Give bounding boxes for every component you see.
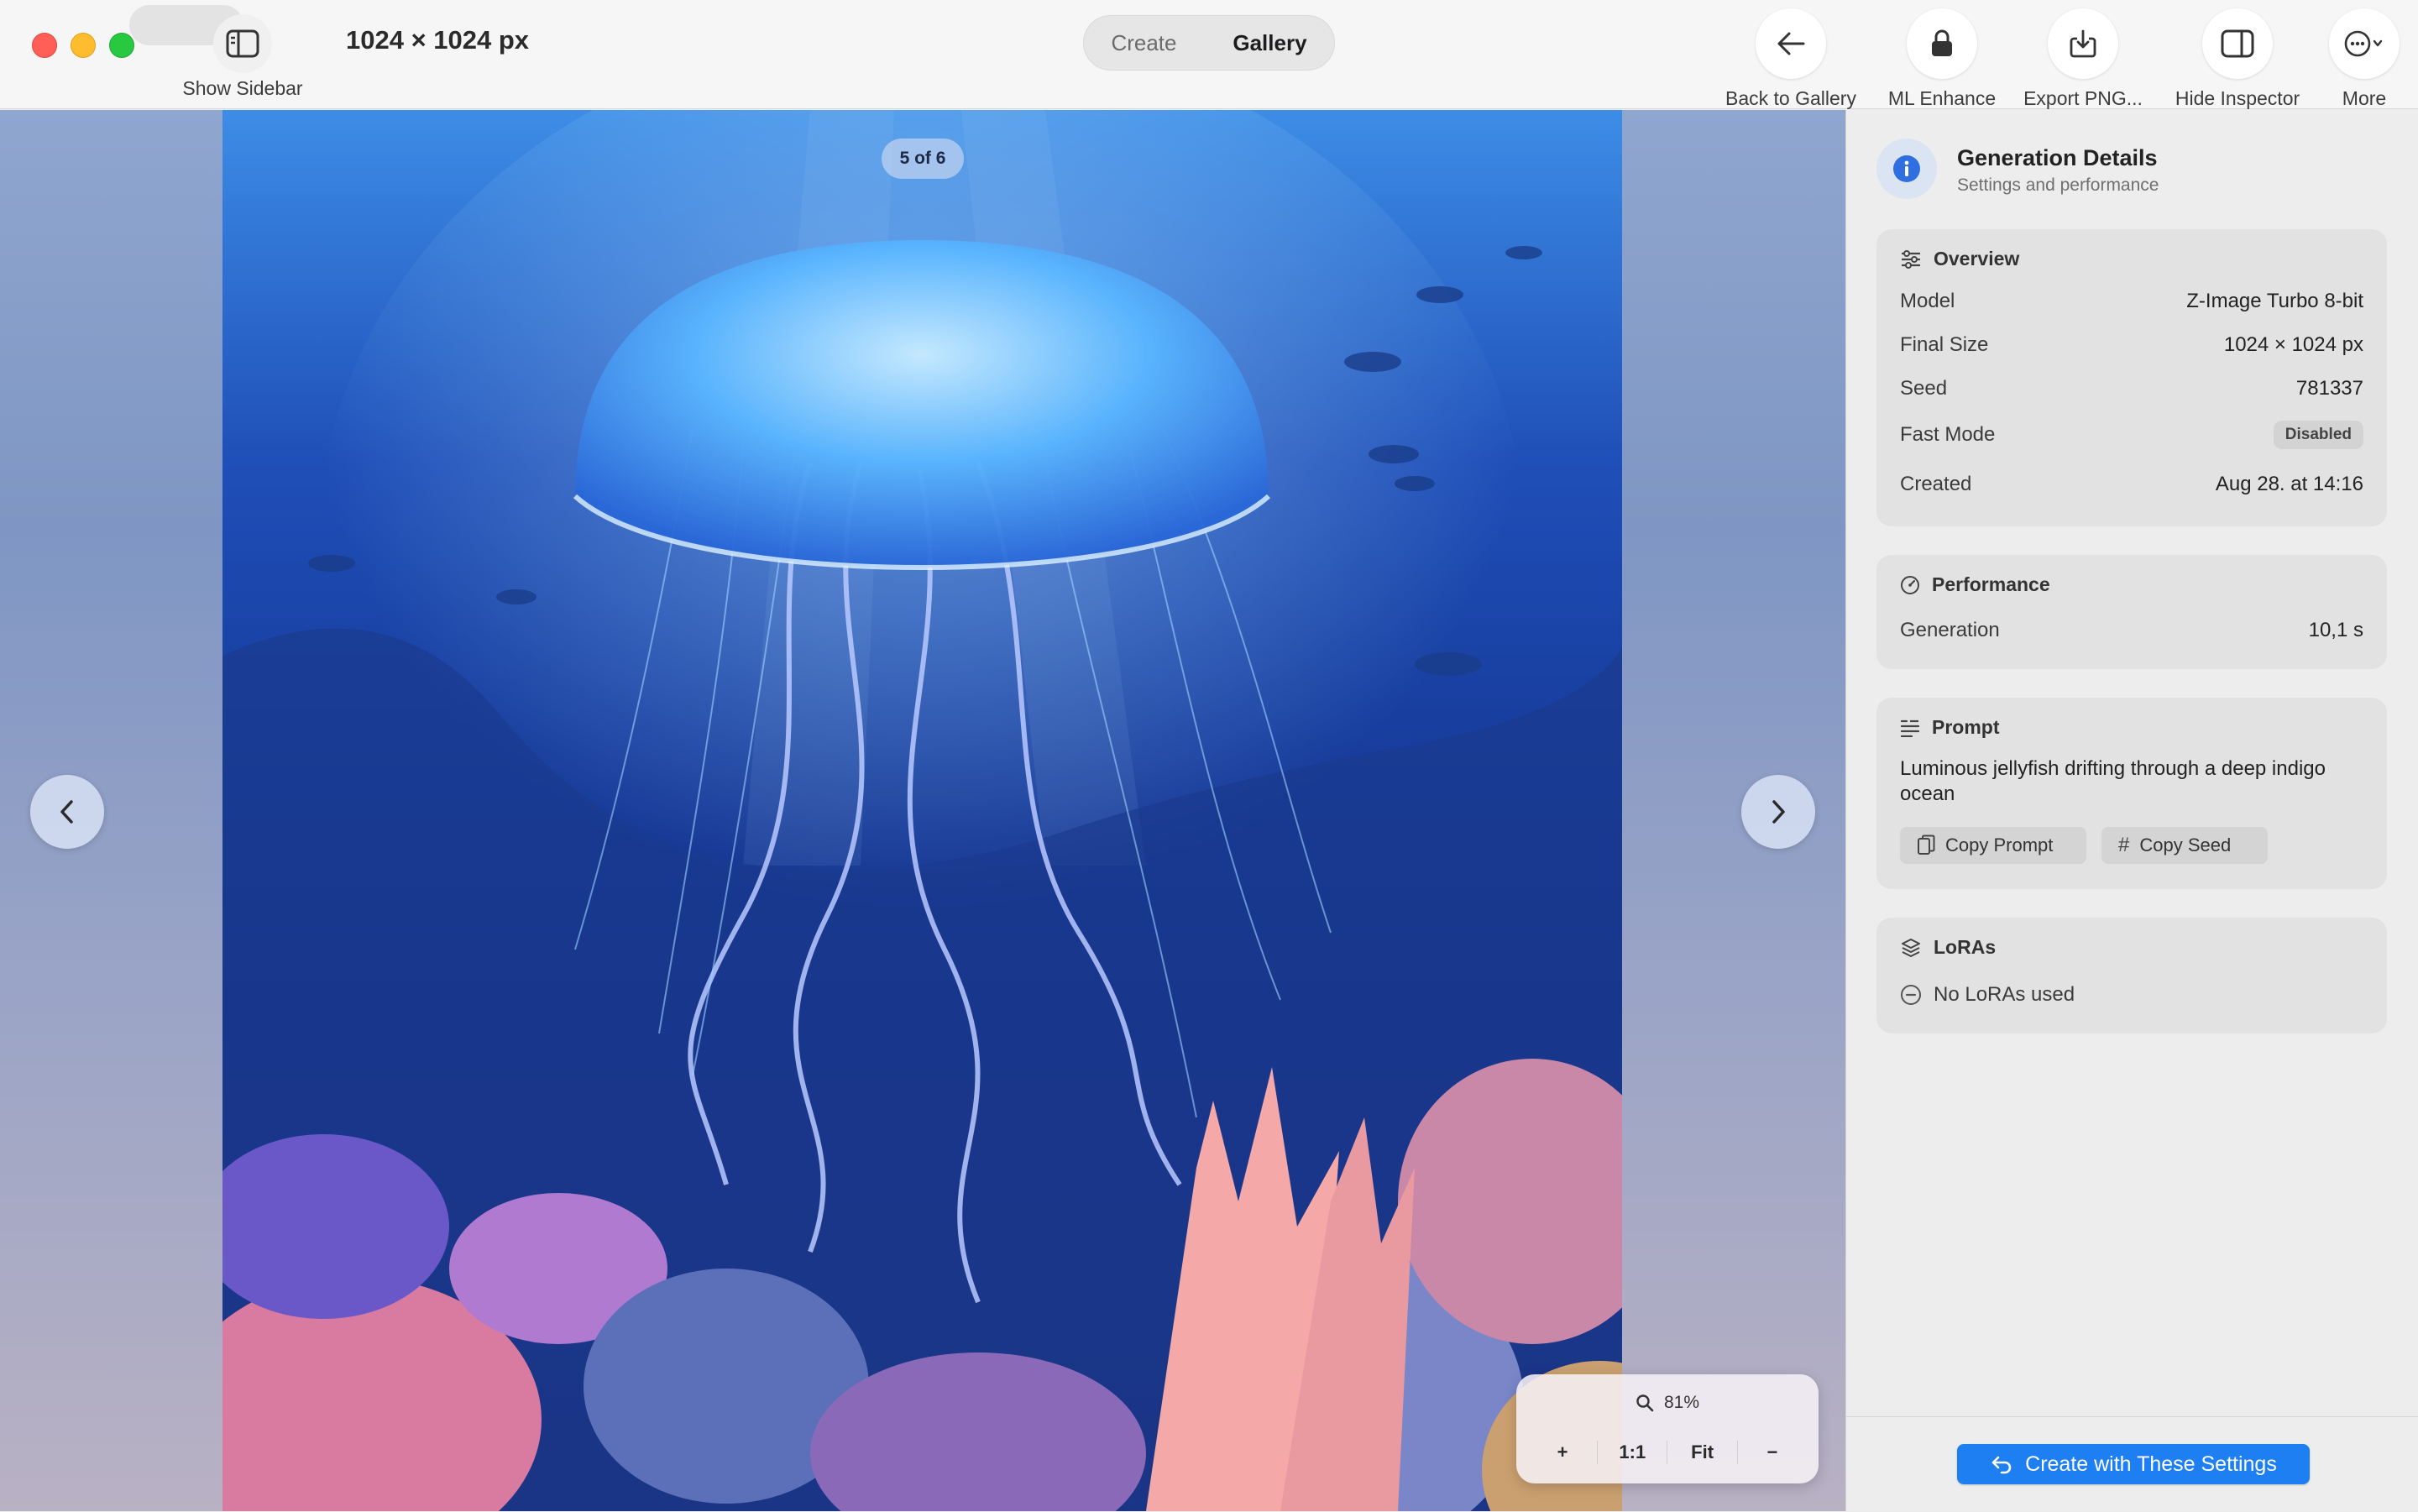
performance-heading: Performance — [1900, 573, 2050, 596]
window-title: 1024 × 1024 px — [346, 25, 530, 55]
minimize-window-button[interactable] — [71, 33, 96, 58]
next-image-button[interactable] — [1741, 775, 1815, 849]
arrow-left-icon — [1756, 8, 1826, 79]
fast-mode-label: Fast Mode — [1900, 423, 1996, 446]
overview-card: Overview Model Z-Image Turbo 8-bit Final… — [1876, 229, 2387, 526]
export-png-label: Export PNG... — [2023, 87, 2143, 109]
seed-label: Seed — [1900, 377, 1948, 400]
stack-icon — [1902, 938, 1920, 957]
more-label: More — [2342, 87, 2387, 109]
overview-heading-label: Overview — [1934, 248, 2020, 269]
show-sidebar-label: Show Sidebar — [182, 77, 303, 99]
chevron-right-icon — [1772, 800, 1785, 824]
final-size-row: Final Size 1024 × 1024 px — [1900, 333, 2363, 357]
prompt-card: Prompt Luminous jellyfish drifting throu… — [1876, 698, 2387, 889]
prompt-text: Luminous jellyfish drifting through a de… — [1900, 757, 2326, 805]
text-lines-icon — [1900, 719, 1920, 737]
created-row: Created Aug 28. at 14:16 — [1900, 473, 2363, 496]
sidebar-icon — [213, 14, 272, 73]
create-with-settings-label: Create with These Settings — [2025, 1452, 2277, 1476]
hide-inspector-label: Hide Inspector — [2175, 87, 2300, 109]
chevron-left-icon — [60, 800, 73, 824]
info-icon — [1876, 139, 1937, 199]
hash-icon: # — [2118, 834, 2130, 856]
zoom-controls: 81% + 1:1 Fit − — [1516, 1374, 1819, 1483]
final-size-value: 1024 × 1024 px — [2223, 333, 2363, 356]
model-row: Model Z-Image Turbo 8-bit — [1900, 290, 2363, 313]
title-bar: Show Sidebar 1024 × 1024 px Create Galle… — [0, 0, 2418, 109]
loras-heading-label: LoRAs — [1934, 936, 1997, 958]
performance-heading-label: Performance — [1932, 573, 2050, 595]
tab-create[interactable]: Create — [1092, 22, 1195, 65]
seed-value: 781337 — [2295, 377, 2363, 400]
fit-button[interactable]: Fit — [1673, 1433, 1732, 1472]
gauge-icon — [1901, 575, 1919, 594]
loras-empty-row: No LoRAs used — [1900, 983, 2075, 1007]
generated-image[interactable] — [222, 110, 1622, 1511]
loras-card: LoRAs No LoRAs used — [1876, 918, 2387, 1033]
back-to-gallery-button[interactable]: Back to Gallery — [1721, 0, 1861, 109]
export-icon — [2048, 8, 2118, 79]
show-sidebar-button[interactable]: Show Sidebar — [173, 0, 312, 109]
zoom-in-button[interactable]: + — [1533, 1433, 1592, 1472]
zoom-divider — [1736, 1441, 1738, 1464]
sliders-icon — [1902, 249, 1920, 269]
copy-seed-button[interactable]: # Copy Seed — [2101, 827, 2268, 864]
model-value: Z-Image Turbo 8-bit — [2186, 290, 2363, 312]
export-png-button[interactable]: Export PNG... — [2020, 0, 2146, 109]
document-copy-icon — [1918, 834, 1935, 855]
created-value: Aug 28. at 14:16 — [2215, 473, 2363, 495]
zoom-readout: 81% — [1516, 1386, 1819, 1420]
ml-enhance-button[interactable]: ML Enhance — [1881, 0, 2003, 109]
lock-icon — [1907, 8, 1977, 79]
zoom-buttons: + 1:1 Fit − — [1533, 1433, 1802, 1472]
generation-time-value: 10,1 s — [2308, 619, 2363, 641]
inspector-footer: Create with These Settings — [1846, 1416, 2418, 1512]
magnifier-icon — [1636, 1394, 1654, 1412]
seed-row: Seed 781337 — [1900, 377, 2363, 400]
model-label: Model — [1900, 290, 1955, 312]
back-to-gallery-label: Back to Gallery — [1725, 87, 1856, 109]
performance-card: Performance Generation 10,1 s — [1876, 555, 2387, 669]
prompt-heading-label: Prompt — [1932, 716, 2000, 738]
prompt-heading: Prompt — [1900, 716, 2000, 739]
zoom-window-button[interactable] — [109, 33, 134, 58]
copy-seed-label: Copy Seed — [2139, 834, 2232, 855]
inspector-panel: Generation Details Settings and performa… — [1845, 110, 2418, 1511]
ellipsis-circle-icon — [2329, 8, 2400, 79]
mode-switcher: Create Gallery — [1083, 15, 1335, 71]
inspector-title: Generation Details — [1957, 145, 2158, 170]
final-size-label: Final Size — [1900, 333, 1989, 356]
close-window-button[interactable] — [32, 33, 57, 58]
create-with-settings-button[interactable]: Create with These Settings — [1957, 1444, 2310, 1484]
created-label: Created — [1900, 473, 1972, 495]
generation-time-row: Generation 10,1 s — [1900, 619, 2363, 642]
fast-mode-row: Fast Mode Disabled — [1900, 421, 2363, 449]
minus-circle-icon — [1901, 985, 1921, 1005]
copy-prompt-button[interactable]: Copy Prompt — [1900, 827, 2086, 864]
reuse-arrow-icon — [1991, 1456, 2012, 1474]
more-menu-button[interactable]: More — [2322, 0, 2406, 109]
fast-mode-status-badge: Disabled — [2273, 421, 2363, 449]
zoom-level: 81% — [1663, 1393, 1700, 1412]
zoom-out-button[interactable]: − — [1743, 1433, 1802, 1472]
overview-heading: Overview — [1900, 248, 2019, 270]
inspector-panel-icon — [2202, 8, 2273, 79]
image-counter-badge: 5 of 6 — [882, 139, 964, 179]
zoom-divider — [1597, 1441, 1599, 1464]
image-viewer: 5 of 6 81% + 1:1 Fit − — [0, 110, 1845, 1511]
loras-empty-label: No LoRAs used — [1934, 983, 2075, 1006]
actual-size-button[interactable]: 1:1 — [1603, 1433, 1662, 1472]
loras-heading: LoRAs — [1900, 936, 1996, 959]
tab-gallery[interactable]: Gallery — [1214, 22, 1325, 65]
generation-time-label: Generation — [1900, 619, 2000, 641]
ml-enhance-label: ML Enhance — [1887, 87, 1997, 109]
previous-image-button[interactable] — [30, 775, 104, 849]
copy-prompt-label: Copy Prompt — [1945, 834, 2054, 855]
inspector-subtitle: Settings and performance — [1957, 175, 2159, 195]
hide-inspector-button[interactable]: Hide Inspector — [2166, 0, 2309, 109]
